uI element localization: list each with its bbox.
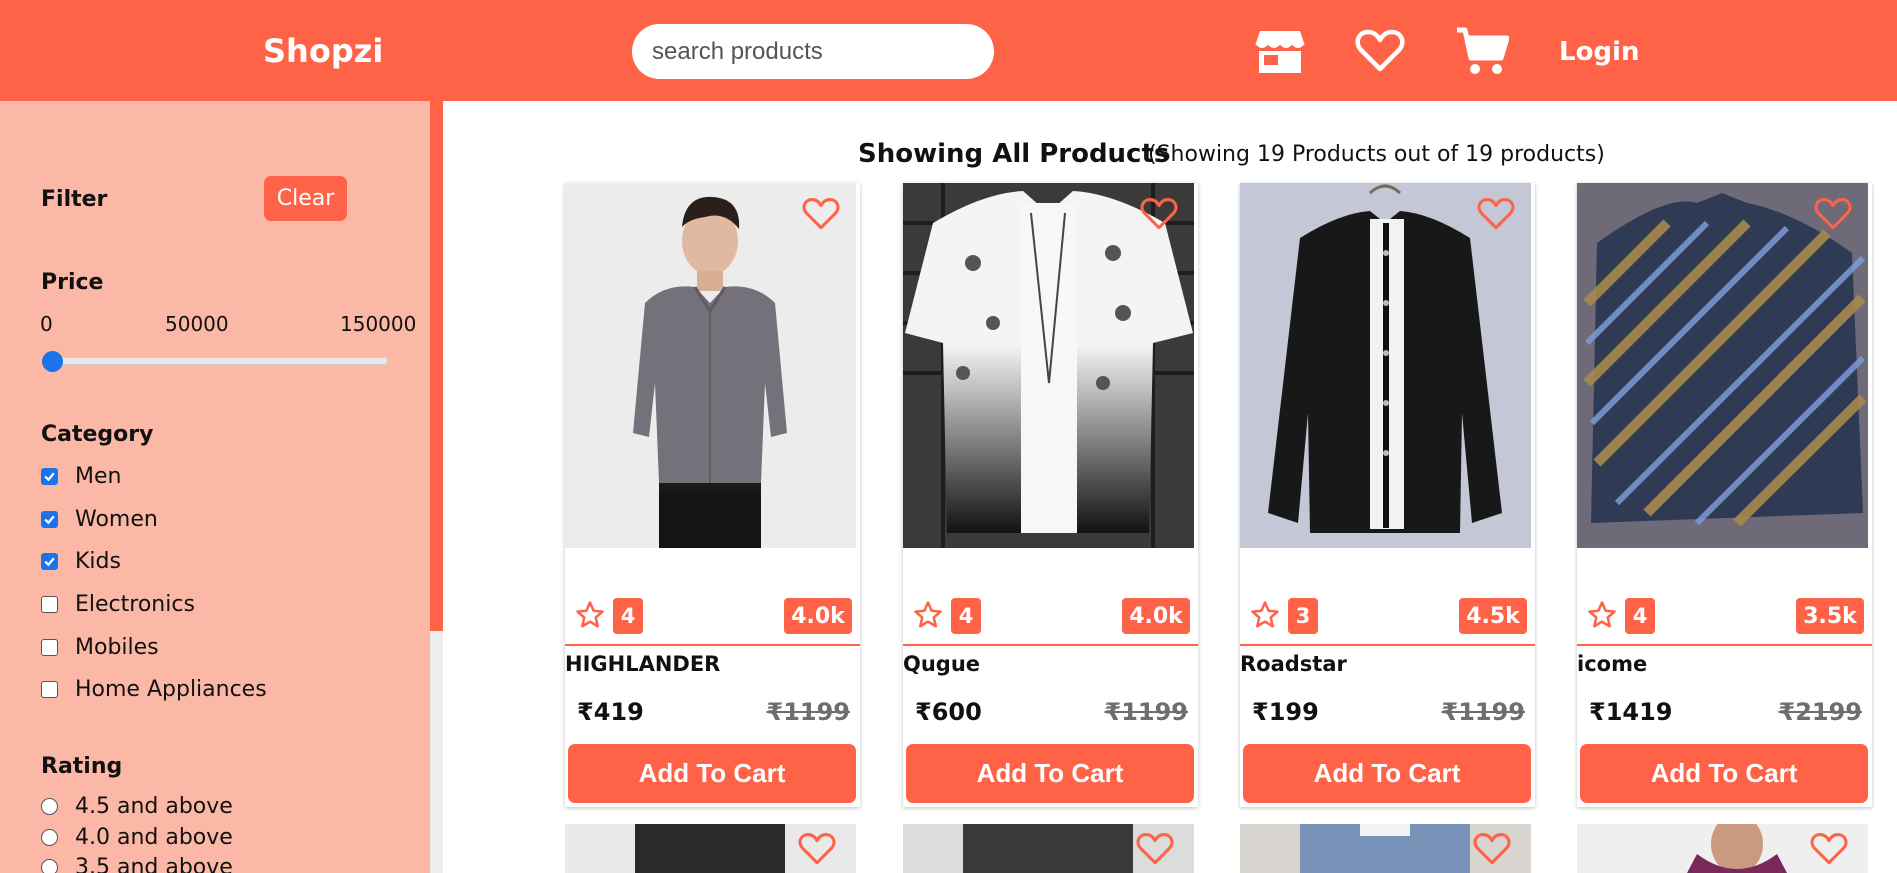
category-option[interactable]: Home Appliances (41, 677, 267, 702)
wishlist-heart-icon[interactable] (1351, 24, 1409, 78)
wishlist-heart-icon[interactable] (798, 832, 836, 870)
cart-icon[interactable] (1453, 24, 1511, 78)
star-icon[interactable] (1250, 600, 1280, 634)
product-card[interactable] (1240, 824, 1531, 873)
category-option[interactable]: Women (41, 507, 158, 532)
product-name[interactable]: Roadstar (1240, 652, 1347, 676)
rating-label: 4.0 and above (75, 825, 233, 850)
product-original-price: ₹1199 (1104, 698, 1189, 726)
product-card[interactable] (565, 824, 856, 873)
add-to-cart-button[interactable]: Add To Cart (1580, 744, 1868, 803)
review-count-badge: 4.0k (784, 598, 852, 634)
star-icon[interactable] (913, 600, 943, 634)
category-checkbox[interactable] (41, 511, 58, 528)
category-checkbox[interactable] (41, 596, 58, 613)
filter-title: Filter (41, 187, 108, 212)
price-slider-thumb[interactable] (42, 351, 63, 372)
category-option[interactable]: Kids (41, 549, 121, 574)
wishlist-heart-icon[interactable] (1814, 197, 1852, 235)
star-icon[interactable] (575, 600, 605, 634)
clear-filter-button[interactable]: Clear (264, 176, 347, 221)
card-divider (1240, 644, 1535, 646)
review-count-badge: 4.0k (1122, 598, 1190, 634)
sidebar-scrollbar-thumb[interactable] (430, 101, 443, 631)
price-section-title: Price (41, 270, 104, 295)
add-to-cart-button[interactable]: Add To Cart (1243, 744, 1531, 803)
category-checkbox[interactable] (41, 639, 58, 656)
product-card[interactable]: 4 4.0k HIGHLANDER ₹419 ₹1199 Add To Cart (565, 183, 860, 807)
wishlist-heart-icon[interactable] (1136, 832, 1174, 870)
price-slider-track[interactable] (50, 357, 388, 365)
wishlist-heart-icon[interactable] (802, 197, 840, 235)
rating-badge: 4 (613, 598, 643, 634)
category-label: Women (75, 507, 158, 532)
category-checkbox[interactable] (41, 553, 58, 570)
top-navbar: Shopzi Login (0, 0, 1897, 101)
product-card[interactable] (903, 824, 1194, 873)
category-label: Men (75, 464, 122, 489)
store-icon[interactable] (1251, 24, 1309, 78)
product-name[interactable]: HIGHLANDER (565, 652, 720, 676)
review-count-badge: 4.5k (1459, 598, 1527, 634)
page-heading: Showing All Products (858, 139, 1170, 169)
product-card[interactable]: 4 3.5k icome ₹1419 ₹2199 Add To Cart (1577, 183, 1872, 807)
product-original-price: ₹1199 (766, 698, 851, 726)
card-divider (1577, 644, 1872, 646)
product-original-price: ₹2199 (1778, 698, 1863, 726)
product-card[interactable]: 4 4.0k Qugue ₹600 ₹1199 Add To Cart (903, 183, 1198, 807)
product-image[interactable] (1577, 183, 1868, 548)
category-section-title: Category (41, 422, 154, 447)
product-card[interactable]: 3 4.5k Roadstar ₹199 ₹1199 Add To Cart (1240, 183, 1535, 807)
product-image[interactable] (903, 183, 1194, 548)
category-label: Electronics (75, 592, 195, 617)
category-checkbox[interactable] (41, 681, 58, 698)
category-option[interactable]: Electronics (41, 592, 195, 617)
product-name[interactable]: Qugue (903, 652, 980, 676)
category-checkbox[interactable] (41, 468, 58, 485)
price-min-label: 0 (40, 312, 53, 336)
product-price: ₹419 (577, 698, 644, 726)
wishlist-heart-icon[interactable] (1810, 832, 1848, 870)
product-price: ₹1419 (1589, 698, 1673, 726)
rating-option[interactable]: 4.5 and above (41, 794, 233, 819)
rating-badge: 3 (1288, 598, 1318, 634)
price-max-label: 150000 (340, 312, 417, 336)
rating-radio[interactable] (41, 798, 58, 815)
rating-badge: 4 (1625, 598, 1655, 634)
login-link[interactable]: Login (1559, 37, 1639, 67)
price-mid-label: 50000 (165, 312, 229, 336)
card-divider (903, 644, 1198, 646)
product-image[interactable] (1240, 183, 1531, 548)
search-input[interactable] (632, 24, 994, 79)
product-original-price: ₹1199 (1441, 698, 1526, 726)
rating-radio[interactable] (41, 829, 58, 846)
wishlist-heart-icon[interactable] (1477, 197, 1515, 235)
category-label: Mobiles (75, 635, 159, 660)
brand-logo[interactable]: Shopzi (263, 32, 383, 70)
product-price: ₹199 (1252, 698, 1319, 726)
wishlist-heart-icon[interactable] (1140, 197, 1178, 235)
add-to-cart-button[interactable]: Add To Cart (906, 744, 1194, 803)
review-count-badge: 3.5k (1796, 598, 1864, 634)
product-count-text: (Showing 19 Products out of 19 products) (1148, 142, 1605, 167)
add-to-cart-button[interactable]: Add To Cart (568, 744, 856, 803)
rating-option[interactable]: 3.5 and above (41, 855, 233, 873)
rating-option[interactable]: 4.0 and above (41, 825, 233, 850)
product-image[interactable] (565, 183, 856, 548)
product-name[interactable]: icome (1577, 652, 1647, 676)
rating-badge: 4 (951, 598, 981, 634)
product-card[interactable] (1577, 824, 1868, 873)
category-option[interactable]: Mobiles (41, 635, 159, 660)
wishlist-heart-icon[interactable] (1473, 832, 1511, 870)
rating-label: 3.5 and above (75, 855, 233, 873)
rating-section-title: Rating (41, 754, 123, 779)
category-option[interactable]: Men (41, 464, 121, 489)
rating-radio[interactable] (41, 859, 58, 873)
card-divider (565, 644, 860, 646)
product-price: ₹600 (915, 698, 982, 726)
rating-label: 4.5 and above (75, 794, 233, 819)
star-icon[interactable] (1587, 600, 1617, 634)
category-label: Kids (75, 549, 121, 574)
category-label: Home Appliances (75, 677, 267, 702)
